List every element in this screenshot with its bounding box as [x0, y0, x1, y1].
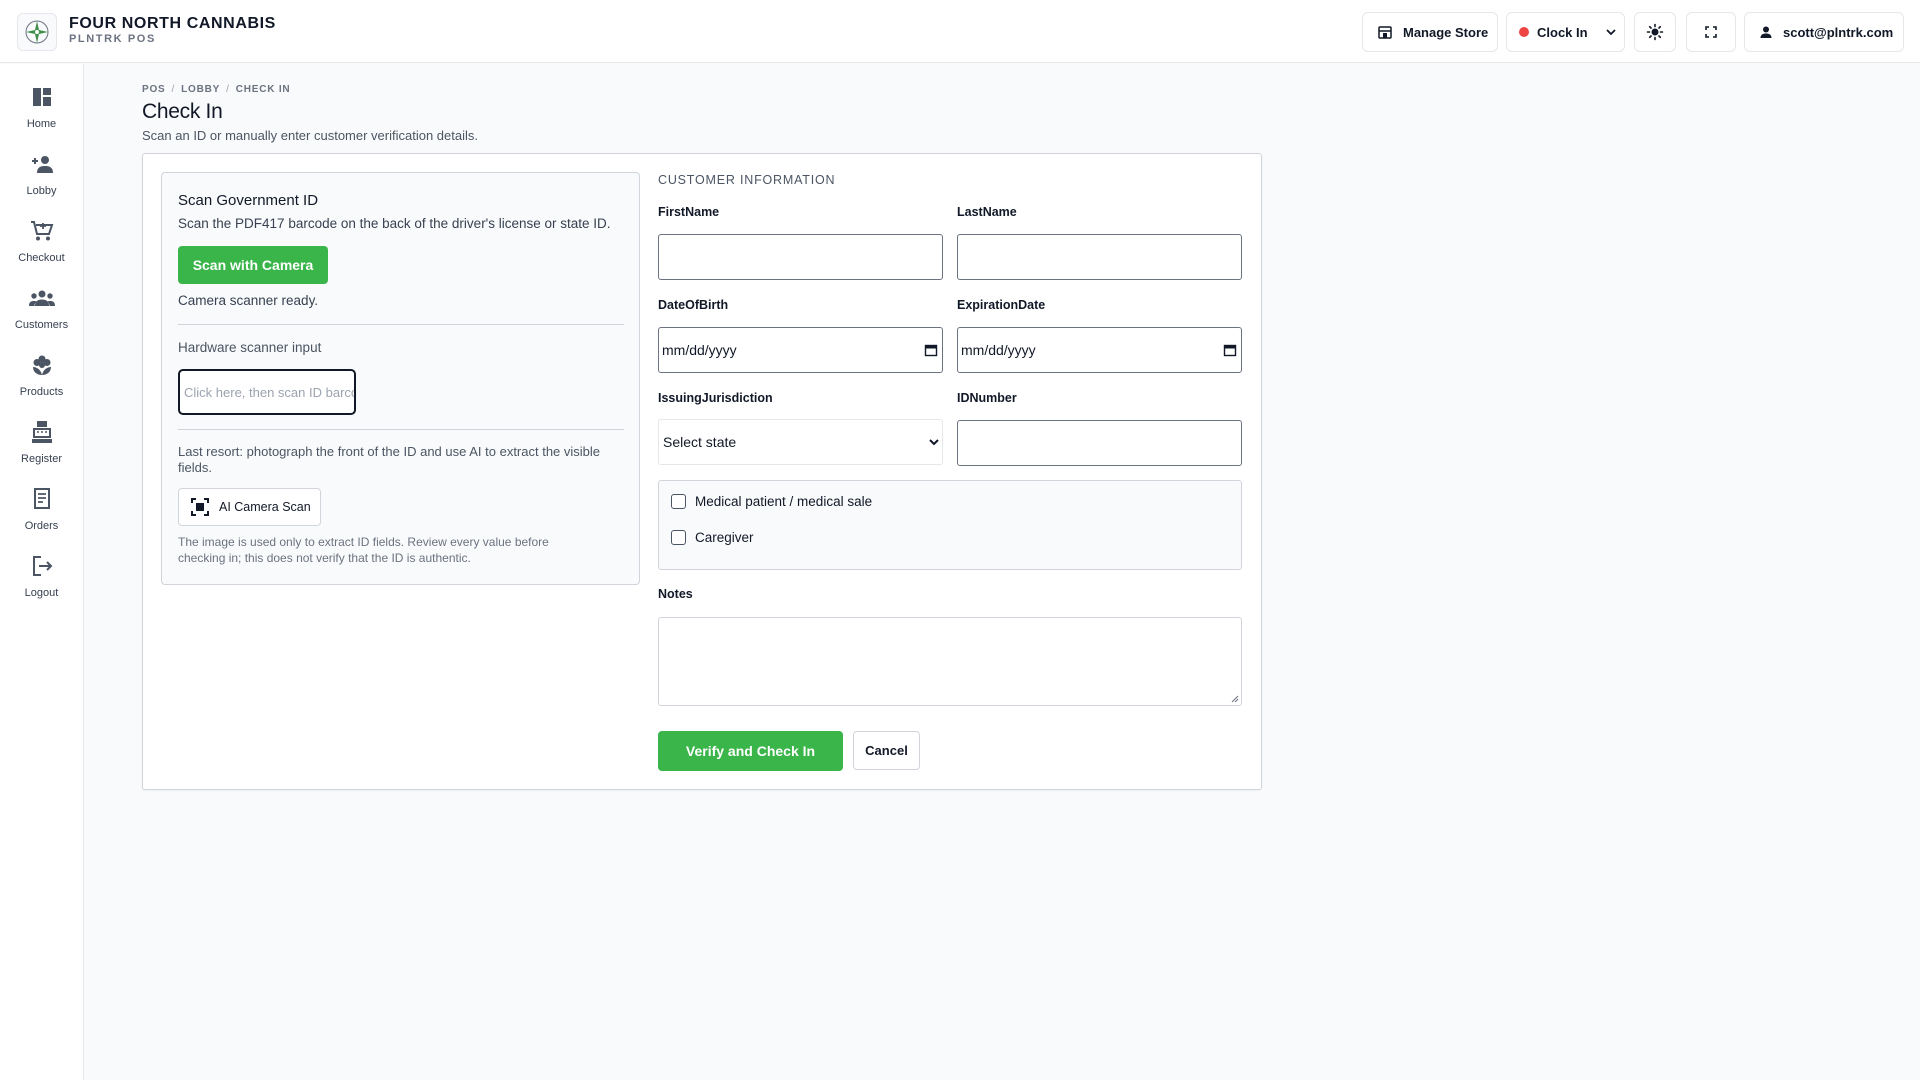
sidebar-item-label: Checkout	[18, 252, 65, 264]
sidebar-item-label: Logout	[24, 587, 59, 599]
ai-camera-scan-label: AI Camera Scan	[219, 500, 311, 514]
ai-disclaimer: The image is used only to extract ID fie…	[178, 535, 549, 565]
fullscreen-icon	[1705, 26, 1717, 38]
sun-icon	[1646, 23, 1664, 41]
sidebar: Home Lobby Checkout Customers Products R…	[0, 64, 84, 1080]
register-icon	[31, 419, 53, 445]
sidebar-item-logout[interactable]: Logout	[0, 545, 83, 607]
sidebar-item-label: Lobby	[26, 185, 57, 197]
sidebar-item-register[interactable]: Register	[0, 411, 83, 473]
sidebar-item-checkout[interactable]: Checkout	[0, 210, 83, 272]
sidebar-item-home[interactable]: Home	[0, 76, 83, 138]
date-of-birth-value: mm/dd/yyyy	[662, 342, 737, 358]
sidebar-item-lobby[interactable]: Lobby	[0, 143, 83, 205]
page-subtitle: Scan an ID or manually enter customer ve…	[142, 128, 478, 143]
sidebar-item-customers[interactable]: Customers	[0, 277, 83, 339]
user-menu-button[interactable]: scott@plntrk.com	[1744, 12, 1904, 52]
chevron-down-icon	[929, 439, 939, 446]
store-logo[interactable]	[17, 13, 57, 51]
manage-store-button[interactable]: Manage Store	[1362, 12, 1498, 52]
medical-patient-label: Medical patient / medical sale	[695, 494, 873, 509]
sidebar-item-orders[interactable]: Orders	[0, 478, 83, 540]
flower-icon	[31, 352, 53, 378]
expiration-date-label: ExpirationDate	[957, 298, 1046, 312]
compass-leaf-icon	[25, 20, 49, 44]
sidebar-item-label: Register	[21, 453, 62, 465]
verify-check-in-button[interactable]: Verify and Check In	[658, 731, 843, 771]
brand-subtitle: PLNTRK POS	[69, 33, 156, 45]
checkbox[interactable]	[671, 494, 686, 509]
breadcrumb-separator: /	[226, 84, 230, 95]
ai-camera-scan-button[interactable]: AI Camera Scan	[178, 488, 321, 526]
person-icon	[1760, 26, 1772, 38]
manage-store-label: Manage Store	[1403, 24, 1489, 40]
customer-info-title: CUSTOMER INFORMATION	[658, 173, 836, 187]
theme-toggle-button[interactable]	[1634, 12, 1676, 52]
last-name-label: LastName	[957, 205, 1017, 219]
notes-label: Notes	[658, 587, 693, 601]
page-title: Check In	[142, 100, 223, 123]
logout-icon	[31, 553, 53, 579]
cart-icon	[30, 218, 54, 244]
breadcrumb-check-in: CHECK IN	[235, 84, 291, 95]
fullscreen-button[interactable]	[1686, 12, 1736, 52]
clock-in-label: Clock In	[1537, 24, 1588, 40]
sidebar-item-label: Products	[19, 386, 64, 398]
first-name-label: FirstName	[658, 205, 720, 219]
top-bar: FOUR NORTH CANNABIS PLNTRK POS Manage St…	[0, 0, 1920, 63]
breadcrumb: POS / LOBBY / CHECK IN	[142, 84, 290, 95]
checkbox[interactable]	[671, 530, 686, 545]
issuing-jurisdiction-select[interactable]: Select state	[658, 419, 943, 465]
caregiver-label: Caregiver	[695, 530, 754, 545]
clock-in-button[interactable]: Clock In	[1506, 12, 1625, 52]
last-name-field[interactable]	[957, 234, 1242, 280]
dashboard-icon	[31, 84, 53, 110]
date-of-birth-field[interactable]: mm/dd/yyyy	[658, 327, 943, 373]
divider	[178, 429, 624, 430]
person-add-icon	[30, 151, 54, 177]
sidebar-item-label: Customers	[14, 319, 69, 331]
breadcrumb-lobby[interactable]: LOBBY	[181, 84, 220, 95]
scan-frame-icon	[191, 498, 209, 516]
divider	[178, 324, 624, 325]
group-icon	[28, 285, 55, 311]
breadcrumb-pos[interactable]: POS	[142, 84, 166, 95]
brand-name: FOUR NORTH CANNABIS	[69, 15, 276, 32]
issuing-jurisdiction-value: Select state	[663, 434, 737, 450]
hardware-scanner-input[interactable]	[178, 369, 356, 415]
chevron-down-icon	[1605, 29, 1616, 36]
cancel-button[interactable]: Cancel	[853, 731, 920, 770]
calendar-icon[interactable]	[1223, 343, 1237, 357]
scan-with-camera-button[interactable]: Scan with Camera	[178, 246, 328, 284]
date-of-birth-label: DateOfBirth	[658, 298, 729, 312]
first-name-field[interactable]	[658, 234, 943, 280]
sidebar-item-label: Orders	[24, 520, 59, 532]
id-number-label: IDNumber	[957, 391, 1017, 405]
hardware-scanner-label: Hardware scanner input	[178, 340, 322, 355]
expiration-date-field[interactable]: mm/dd/yyyy	[957, 327, 1242, 373]
last-resort-text: Last resort: photograph the front of the…	[178, 444, 601, 475]
camera-status: Camera scanner ready.	[178, 293, 319, 308]
issuing-jurisdiction-label: IssuingJurisdiction	[658, 391, 773, 405]
sidebar-item-label: Home	[26, 118, 57, 130]
scan-description: Scan the PDF417 barcode on the back of t…	[178, 216, 611, 231]
calendar-icon[interactable]	[924, 343, 938, 357]
receipt-icon	[32, 486, 52, 512]
scan-title: Scan Government ID	[178, 192, 319, 209]
clock-status-dot	[1519, 27, 1529, 37]
resize-handle-icon[interactable]	[1231, 695, 1239, 703]
expiration-date-value: mm/dd/yyyy	[961, 342, 1036, 358]
caregiver-checkbox[interactable]: Caregiver	[671, 530, 754, 545]
breadcrumb-separator: /	[171, 84, 176, 95]
user-email: scott@plntrk.com	[1783, 24, 1894, 40]
sidebar-item-products[interactable]: Products	[0, 344, 83, 406]
store-icon	[1378, 26, 1392, 39]
notes-textarea[interactable]	[658, 617, 1242, 706]
id-number-field[interactable]	[957, 420, 1242, 466]
medical-patient-checkbox[interactable]: Medical patient / medical sale	[671, 494, 872, 509]
